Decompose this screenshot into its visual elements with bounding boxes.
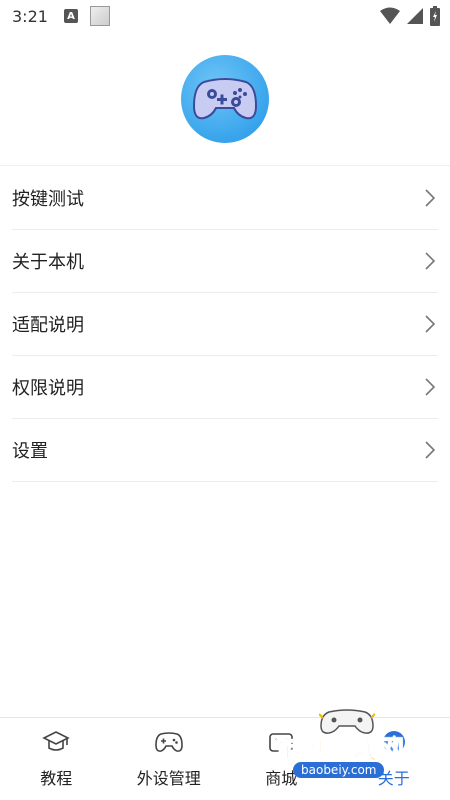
menu-item-settings[interactable]: 设置 [12, 419, 438, 482]
menu-item-label: 权限说明 [12, 378, 84, 399]
nav-item-tutorial[interactable]: 教程 [0, 718, 113, 800]
status-time: 3:21 [12, 6, 48, 26]
bottom-nav: 教程 外设管理 商城 关于 [0, 717, 450, 800]
shop-icon [267, 730, 295, 754]
nav-label: 关于 [377, 769, 410, 788]
image-notification-icon [89, 6, 110, 26]
gamepad-avatar-icon [192, 78, 258, 120]
chevron-right-icon [422, 250, 438, 272]
nav-label: 外设管理 [136, 769, 201, 788]
nav-item-peripherals[interactable]: 外设管理 [113, 718, 226, 800]
menu-item-permissions[interactable]: 权限说明 [12, 356, 438, 419]
chevron-right-icon [422, 376, 438, 398]
status-bar: 3:21 A [0, 0, 450, 32]
menu-item-label: 按键测试 [12, 189, 84, 210]
menu-item-about-device[interactable]: 关于本机 [12, 230, 438, 293]
gamepad-icon [154, 730, 183, 754]
notification-icon: A [63, 9, 78, 23]
menu-item-label: 适配说明 [12, 315, 84, 336]
nav-item-about[interactable]: 关于 [338, 718, 450, 800]
menu-item-label: 设置 [12, 441, 48, 462]
status-icons [380, 6, 440, 26]
graduation-cap-icon [42, 730, 71, 754]
menu-item-key-test[interactable]: 按键测试 [12, 167, 438, 230]
nav-label: 商城 [265, 769, 298, 788]
chevron-right-icon [422, 439, 438, 461]
avatar[interactable] [181, 55, 269, 143]
profile-header [0, 32, 450, 166]
info-icon [380, 730, 408, 754]
nav-label: 教程 [40, 769, 73, 788]
nav-item-shop[interactable]: 商城 [225, 718, 338, 800]
signal-icon [407, 8, 423, 24]
settings-menu: 按键测试 关于本机 适配说明 权限说明 设置 [12, 167, 438, 482]
chevron-right-icon [422, 187, 438, 209]
wifi-icon [380, 7, 400, 24]
menu-item-label: 关于本机 [12, 252, 84, 273]
menu-item-compatibility[interactable]: 适配说明 [12, 293, 438, 356]
battery-icon [430, 6, 440, 26]
chevron-right-icon [422, 313, 438, 335]
